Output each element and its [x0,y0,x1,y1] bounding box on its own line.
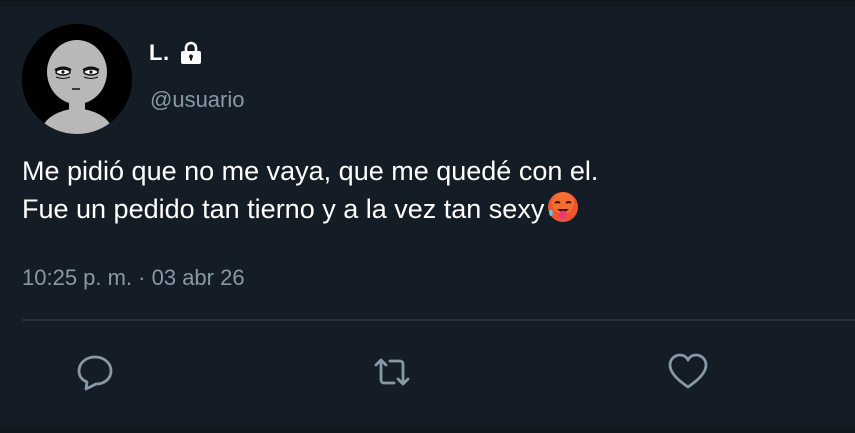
bottom-divider [0,427,855,433]
avatar[interactable] [22,24,132,134]
retweet-button[interactable] [370,350,414,394]
tweet-line-1: Me pidió que no me vaya, que me quedé co… [22,156,599,186]
lock-icon [178,40,204,66]
heart-icon [668,353,708,389]
top-divider [0,0,855,6]
display-name[interactable]: L. [149,40,170,66]
sleepy-face-avatar-icon [22,24,132,134]
tweet-line-2-wrap: Fue un pedido tan tierno y a la vez tan … [22,190,822,228]
hot-face-emoji-icon [546,190,580,224]
user-name-row: L. [149,40,204,66]
actions-divider [22,319,855,321]
tweet-text: Me pidió que no me vaya, que me quedé co… [22,153,822,228]
like-button[interactable] [666,350,710,394]
retweet-icon [374,358,410,386]
tweet-timestamp[interactable]: 10:25 p. m. · 03 abr 26 [22,265,245,291]
reply-button[interactable] [73,350,117,394]
user-handle[interactable]: @usuario [150,87,245,113]
tweet-line-2: Fue un pedido tan tierno y a la vez tan … [22,194,545,224]
reply-icon [77,355,113,391]
